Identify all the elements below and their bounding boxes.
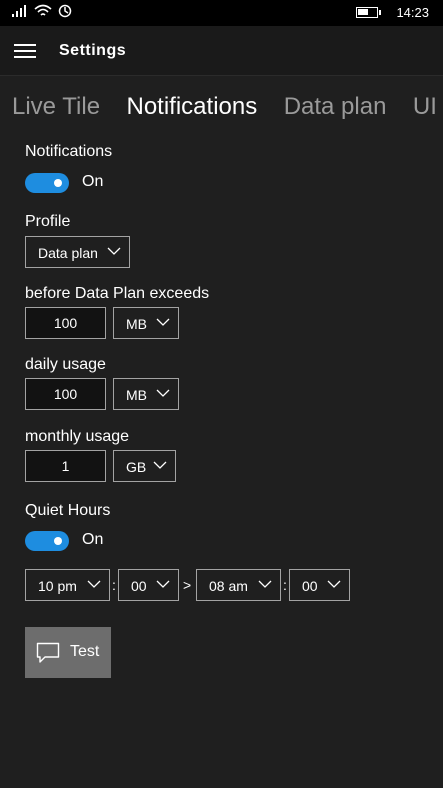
test-button-label: Test xyxy=(70,643,100,660)
profile-dropdown[interactable]: Data plan xyxy=(25,236,130,268)
chevron-down-icon xyxy=(87,580,101,588)
status-bar: 14:23 xyxy=(0,0,443,26)
time-separator: : xyxy=(112,577,116,593)
chevron-down-icon xyxy=(258,580,272,588)
before-exceeds-unit: MB xyxy=(126,316,147,332)
monthly-usage-unit-dropdown[interactable]: GB xyxy=(113,450,176,482)
quiet-start-minute-dropdown[interactable]: 00 xyxy=(118,569,179,601)
wifi-icon xyxy=(34,4,52,16)
time-separator: : xyxy=(283,577,287,593)
quiet-hours-label: Quiet Hours xyxy=(25,502,111,519)
toggle-knob xyxy=(54,537,62,545)
quiet-end-minute-dropdown[interactable]: 00 xyxy=(289,569,350,601)
notifications-toggle-state: On xyxy=(82,173,104,190)
quiet-start-hour: 10 pm xyxy=(38,578,77,594)
tab-data-plan[interactable]: Data plan xyxy=(284,93,387,121)
chevron-down-icon xyxy=(107,247,121,255)
tab-ui[interactable]: UI xyxy=(413,93,437,121)
test-button[interactable]: Test xyxy=(25,627,111,678)
battery-icon xyxy=(356,7,382,18)
before-exceeds-label: before Data Plan exceeds xyxy=(25,285,210,302)
clock: 14:23 xyxy=(396,5,429,20)
chevron-down-icon xyxy=(327,580,341,588)
notifications-toggle[interactable] xyxy=(25,173,69,193)
daily-usage-unit-dropdown[interactable]: MB xyxy=(113,378,179,410)
daily-usage-input[interactable]: 100 xyxy=(25,378,106,410)
monthly-usage-input[interactable]: 1 xyxy=(25,450,106,482)
signal-icon xyxy=(12,5,26,17)
chevron-down-icon xyxy=(153,461,167,469)
toggle-knob xyxy=(54,179,62,187)
monthly-usage-label: monthly usage xyxy=(25,428,130,445)
hamburger-menu-icon[interactable] xyxy=(14,44,36,58)
profile-selected: Data plan xyxy=(38,245,98,261)
before-exceeds-unit-dropdown[interactable]: MB xyxy=(113,307,179,339)
app-bar: Settings xyxy=(0,26,443,76)
pivot-tabs: Live Tile Notifications Data plan UI xyxy=(12,93,443,121)
daily-usage-unit: MB xyxy=(126,387,147,403)
quiet-end-hour-dropdown[interactable]: 08 am xyxy=(196,569,281,601)
daily-usage-label: daily usage xyxy=(25,356,106,373)
message-icon xyxy=(36,642,60,663)
quiet-hours-toggle[interactable] xyxy=(25,531,69,551)
range-arrow: > xyxy=(183,577,192,593)
before-exceeds-input[interactable]: 100 xyxy=(25,307,106,339)
tab-notifications[interactable]: Notifications xyxy=(127,93,258,121)
data-saver-icon xyxy=(58,4,72,18)
notifications-label: Notifications xyxy=(25,143,113,160)
quiet-end-hour: 08 am xyxy=(209,578,248,594)
profile-label: Profile xyxy=(25,213,71,230)
page-title: Settings xyxy=(59,42,127,59)
quiet-hours-toggle-state: On xyxy=(82,531,104,548)
chevron-down-icon xyxy=(156,389,170,397)
tab-live-tile[interactable]: Live Tile xyxy=(12,93,100,121)
chevron-down-icon xyxy=(156,580,170,588)
monthly-usage-unit: GB xyxy=(126,459,147,475)
quiet-start-minute: 00 xyxy=(131,578,147,594)
quiet-start-hour-dropdown[interactable]: 10 pm xyxy=(25,569,110,601)
quiet-end-minute: 00 xyxy=(302,578,318,594)
chevron-down-icon xyxy=(156,318,170,326)
